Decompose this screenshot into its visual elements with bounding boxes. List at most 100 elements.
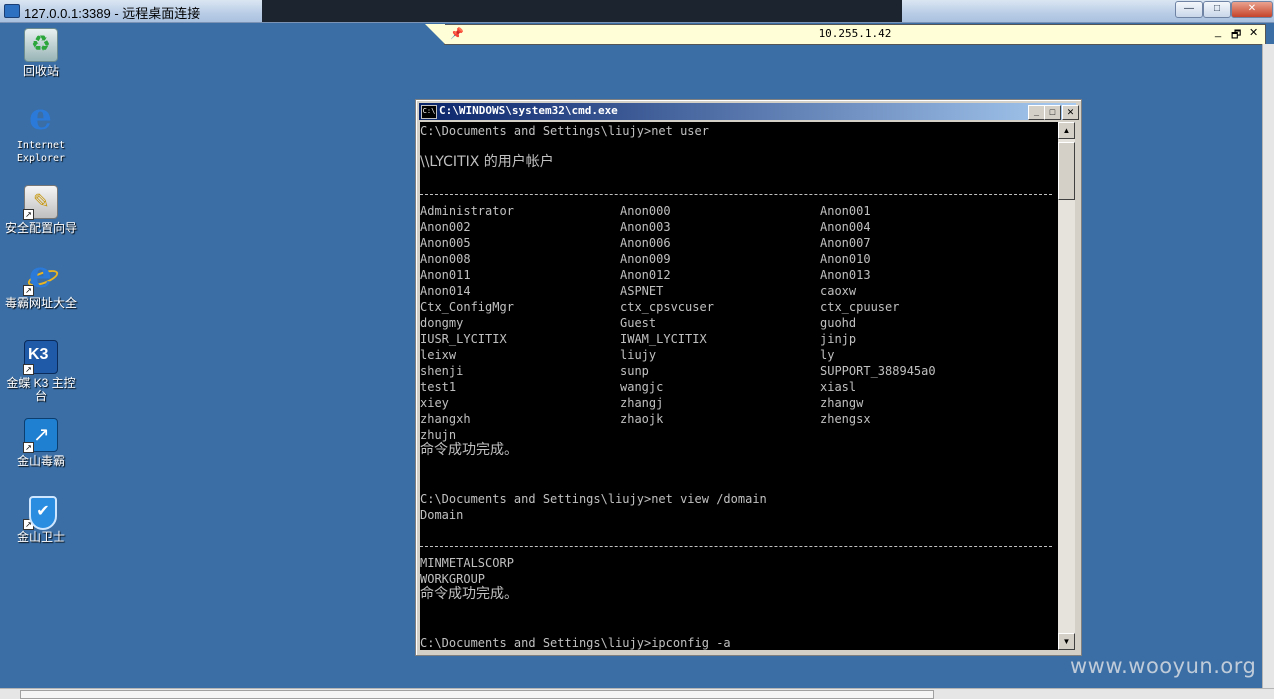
k3-icon: ↗: [23, 340, 58, 375]
user-account-name: zhangj: [620, 396, 664, 410]
shortcut-arrow-icon: ↗: [23, 209, 34, 220]
desktop-icon-duba-sites[interactable]: ↗ 毒霸网址大全: [2, 254, 80, 310]
user-account-name: jinjp: [820, 332, 857, 346]
user-account-name: ASPNET: [620, 284, 664, 298]
connection-host: 10.255.1.42: [818, 27, 892, 40]
scroll-down-button[interactable]: ▼: [1058, 633, 1075, 650]
cmd-window-title: C:\WINDOWS\system32\cmd.exe: [439, 104, 618, 117]
scroll-up-button[interactable]: ▲: [1058, 122, 1075, 139]
user-account-name: zhaojk: [620, 412, 664, 426]
console-separator: [420, 194, 1052, 196]
console-domain-item: MINMETALSCORP: [420, 556, 514, 570]
console-success-message: 命令成功完成。: [420, 586, 518, 602]
recycle-bin-icon: [24, 28, 58, 62]
ie-shortcut-icon: ↗: [23, 254, 57, 296]
user-account-name: leixw: [420, 348, 457, 362]
user-account-name: Anon012: [620, 268, 671, 282]
cmd-vertical-scrollbar[interactable]: ▲ ▼: [1058, 122, 1075, 650]
user-account-name: xiey: [420, 396, 449, 410]
user-account-name: Anon009: [620, 252, 671, 266]
user-account-name: Guest: [620, 316, 657, 330]
shortcut-arrow-icon: ↗: [23, 285, 34, 296]
desktop-icon-label: 毒霸网址大全: [4, 296, 77, 310]
rdp-title-bar[interactable]: 127.0.0.1:3389 - 远程桌面连接 — □ ✕: [0, 0, 1274, 23]
user-account-name: Anon007: [820, 236, 871, 250]
connection-minimize-button[interactable]: _: [1215, 26, 1221, 38]
user-account-name: Ctx_ConfigMgr: [420, 300, 514, 314]
user-account-name: Anon006: [620, 236, 671, 250]
user-account-name: IWAM_LYCITIX: [620, 332, 707, 346]
user-account-name: shenji: [420, 364, 464, 378]
user-account-name: test1: [420, 380, 457, 394]
connection-bar: 📌 10.255.1.42 _ 🗗 ✕: [425, 24, 1266, 45]
console-prompt-net-view: C:\Documents and Settings\liujy>net view…: [420, 492, 767, 506]
user-account-name: Anon010: [820, 252, 871, 266]
desktop-icon-kingsoft-antivirus[interactable]: ↗ 金山毒霸: [2, 418, 80, 468]
remote-desktop-strip: [262, 0, 902, 22]
watermark: www.wooyun.org: [1070, 654, 1257, 678]
user-account-name: Anon008: [420, 252, 471, 266]
rdp-window-title: 127.0.0.1:3389 - 远程桌面连接: [24, 6, 201, 21]
desktop-icon-label: 安全配置向导: [4, 221, 77, 235]
kingsoft-antivirus-icon: ↗: [23, 418, 58, 453]
user-account-name: ly: [820, 348, 835, 362]
console-prompt-net-user: C:\Documents and Settings\liujy>net user: [420, 124, 709, 138]
user-account-name: ctx_cpsvcuser: [620, 300, 714, 314]
desktop-icon-label: 回收站: [22, 64, 59, 78]
user-account-name: zhujn: [420, 428, 457, 442]
user-account-name: wangjc: [620, 380, 664, 394]
user-account-name: caoxw: [820, 284, 857, 298]
user-account-name: IUSR_LYCITIX: [420, 332, 507, 346]
cmd-maximize-button[interactable]: □: [1044, 105, 1061, 120]
desktop-icon-k3[interactable]: ↗ 金蝶 K3 主控台: [2, 340, 80, 403]
shortcut-arrow-icon: ↗: [23, 364, 34, 375]
user-account-name: ctx_cpuuser: [820, 300, 900, 314]
rdp-horizontal-scrollbar[interactable]: [0, 688, 1274, 699]
rdp-minimize-button[interactable]: —: [1175, 1, 1203, 18]
console-domain-header: Domain: [420, 508, 464, 522]
cmd-title-bar[interactable]: C:\ C:\WINDOWS\system32\cmd.exe _ □ ✕: [419, 103, 1079, 120]
rdp-app-icon: [4, 4, 20, 18]
cmd-minimize-button[interactable]: _: [1028, 105, 1045, 120]
cmd-window[interactable]: C:\ C:\WINDOWS\system32\cmd.exe _ □ ✕ C:…: [415, 99, 1082, 656]
connection-close-button[interactable]: ✕: [1249, 26, 1258, 39]
internet-explorer-icon: [25, 96, 57, 138]
desktop-icon-label: 金山毒霸: [16, 454, 65, 468]
user-account-name: SUPPORT_388945a0: [820, 364, 936, 378]
cmd-close-button[interactable]: ✕: [1062, 105, 1079, 120]
desktop-icon-security-wizard[interactable]: ↗ 安全配置向导: [2, 185, 80, 235]
user-account-name: Anon014: [420, 284, 471, 298]
console-success-message: 命令成功完成。: [420, 442, 518, 458]
desktop-icon-recycle-bin[interactable]: 回收站: [2, 28, 80, 78]
kingsoft-guard-icon: ↗: [23, 496, 57, 530]
user-account-name: zhengsx: [820, 412, 871, 426]
desktop-icon-internet-explorer[interactable]: Internet Explorer: [2, 96, 80, 165]
user-account-name: sunp: [620, 364, 649, 378]
desktop-icon-label: Internet Explorer: [16, 140, 66, 164]
user-account-name: Anon005: [420, 236, 471, 250]
scroll-thumb[interactable]: [1058, 142, 1075, 200]
desktop-icon-label: 金蝶 K3 主控台: [6, 376, 76, 403]
user-account-name: liujy: [620, 348, 657, 362]
user-account-name: Anon011: [420, 268, 471, 282]
user-account-name: zhangw: [820, 396, 864, 410]
user-account-name: Administrator: [420, 204, 514, 218]
rdp-maximize-button[interactable]: □: [1203, 1, 1231, 18]
user-account-name: guohd: [820, 316, 857, 330]
console-output[interactable]: C:\Documents and Settings\liujy>net user…: [420, 122, 1058, 650]
connection-restore-button[interactable]: 🗗: [1231, 26, 1241, 45]
rdp-close-button[interactable]: ✕: [1231, 1, 1273, 18]
user-account-name: zhangxh: [420, 412, 471, 426]
console-domain-item: WORKGROUP: [420, 572, 486, 586]
user-account-name: dongmy: [420, 316, 464, 330]
user-account-name: Anon001: [820, 204, 871, 218]
user-account-name: xiasl: [820, 380, 857, 394]
rdp-vertical-scrollbar[interactable]: [1262, 44, 1274, 688]
console-accounts-header: \\LYCITIX 的用户帐户: [420, 154, 554, 170]
desktop-icon-label: 金山卫士: [16, 530, 65, 544]
shortcut-arrow-icon: ↗: [23, 519, 34, 530]
desktop-icon-kingsoft-guard[interactable]: ↗ 金山卫士: [2, 496, 80, 544]
user-account-name: Anon013: [820, 268, 871, 282]
user-account-name: Anon004: [820, 220, 871, 234]
cmd-app-icon: C:\: [421, 105, 437, 119]
